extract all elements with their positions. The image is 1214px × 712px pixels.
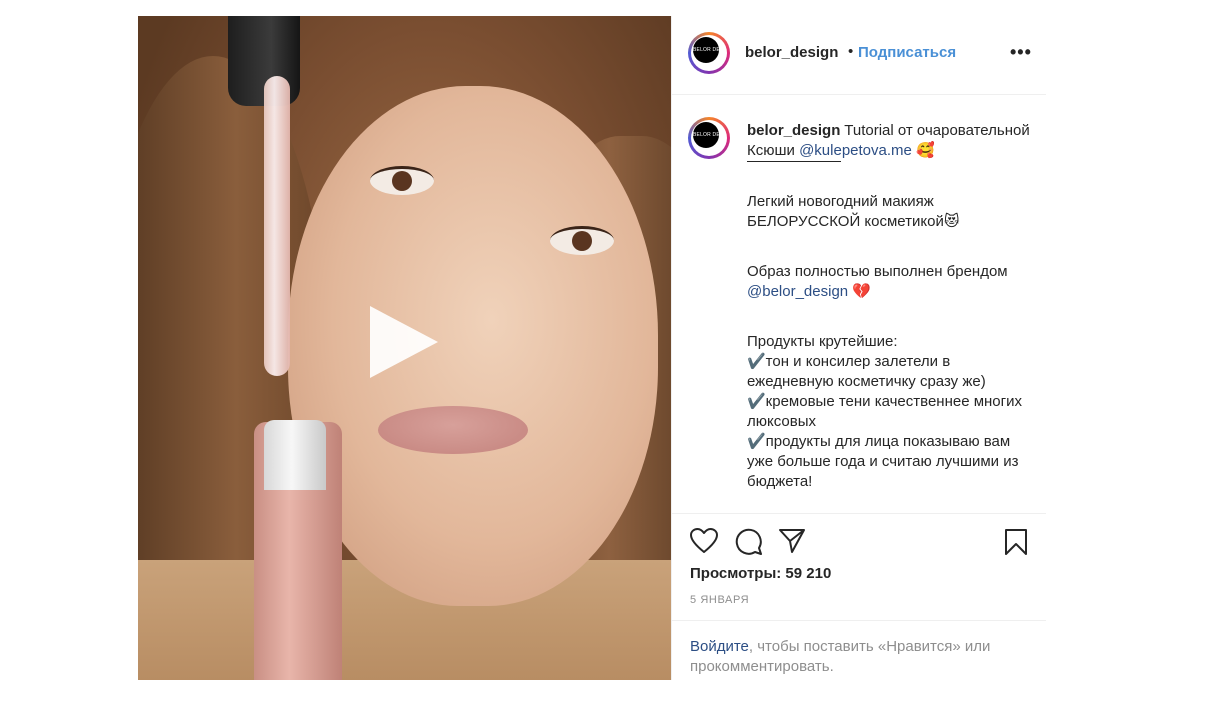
avatar[interactable]: BELOR DESIGN xyxy=(688,117,730,159)
comment-icon[interactable] xyxy=(734,528,762,556)
post-date[interactable]: 5 ЯНВАРЯ xyxy=(690,594,749,606)
bookmark-icon[interactable] xyxy=(1004,528,1028,556)
action-bar: Просмотры: 59 210 5 ЯНВАРЯ Войдите, чтоб… xyxy=(672,513,1046,681)
emoji: 💔 xyxy=(848,283,871,300)
play-icon[interactable] xyxy=(370,306,438,378)
avatar[interactable]: BELOR DESIGN xyxy=(688,32,730,74)
more-options-icon[interactable]: ••• xyxy=(1010,42,1032,63)
login-prompt: Войдите, чтобы поставить «Нравится» или … xyxy=(672,620,1046,682)
post-header: BELOR DESIGN belor_design • Подписаться … xyxy=(672,16,1046,95)
separator-dot: • xyxy=(848,43,854,60)
video-frame-tube-neck xyxy=(264,420,326,490)
avatar-logo: BELOR DESIGN xyxy=(693,37,719,63)
caption-text: belor_design Tutorial от очаровательной … xyxy=(747,121,1037,492)
views-count: Просмотры: 59 210 xyxy=(690,565,832,582)
video-frame-lips xyxy=(378,406,528,454)
caption-paragraph: Образ полностью выполнен брендом @belor_… xyxy=(747,262,1037,302)
product-item: ✔️кремовые тени качественнее многих люкс… xyxy=(747,393,1022,430)
caption-username[interactable]: belor_design xyxy=(747,122,840,139)
avatar-logo: BELOR DESIGN xyxy=(693,122,719,148)
heart-icon[interactable] xyxy=(690,528,718,554)
mention-link[interactable]: @belor_design xyxy=(747,283,848,300)
caption-brand-text: Образ полностью выполнен брендом xyxy=(747,263,1008,280)
caption-area: BELOR DESIGN belor_design Tutorial от оч… xyxy=(672,95,1046,513)
video-frame-eye xyxy=(370,166,434,195)
header-username[interactable]: belor_design xyxy=(745,44,838,61)
post-sidebar: BELOR DESIGN belor_design • Подписаться … xyxy=(671,16,1046,680)
products-heading: Продукты крутейшие: xyxy=(747,333,898,350)
login-text: Войдите, чтобы поставить «Нравится» или … xyxy=(690,637,1030,677)
product-item: ✔️продукты для лица показываю вам уже бо… xyxy=(747,433,1019,490)
mention-link[interactable]: @kulepetova.me xyxy=(799,142,912,159)
login-link[interactable]: Войдите xyxy=(690,638,749,655)
video-frame-applicator xyxy=(264,76,290,376)
video-frame-face xyxy=(288,86,658,606)
emoji: 🥰 xyxy=(911,142,935,159)
share-icon[interactable] xyxy=(778,528,806,554)
caption-intro: belor_design Tutorial от очаровательной … xyxy=(747,121,1037,161)
follow-button[interactable]: Подписаться xyxy=(858,44,956,61)
product-item: ✔️тон и консилер залетели в ежедневную к… xyxy=(747,353,986,390)
caption-paragraph: Легкий новогодний макияж БЕЛОРУССКОЙ кос… xyxy=(747,193,960,230)
caption-divider xyxy=(747,161,841,162)
post-video[interactable] xyxy=(138,16,671,680)
instagram-post: BELOR DESIGN belor_design • Подписаться … xyxy=(138,16,1046,680)
video-frame-eye xyxy=(550,226,614,255)
